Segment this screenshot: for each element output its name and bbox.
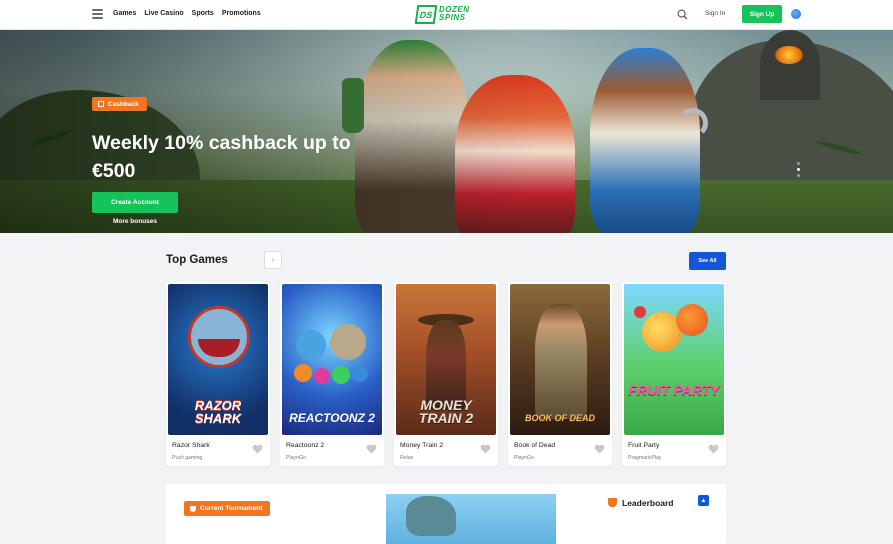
slider-dot-active[interactable] [797, 168, 800, 171]
tournament-section: Current Tournament Leaderboard ▲ [166, 484, 726, 544]
game-thumbnail[interactable]: BOOK OF DEAD [510, 284, 610, 435]
nav-sports[interactable]: Sports [192, 10, 214, 17]
game-thumbnail[interactable]: MONEY TRAIN 2 [396, 284, 496, 435]
hero-banner: Cashback Weekly 10% cashback up to €500 … [0, 30, 893, 233]
game-provider: PragmaticPlay [628, 455, 662, 461]
favorite-heart-icon[interactable] [366, 444, 377, 454]
leaderboard-toggle-button[interactable]: ▲ [698, 495, 709, 506]
game-card-reactoonz-2[interactable]: REACTOONZ 2 Reactoonz 2 PlaynGo [280, 282, 384, 466]
cashback-badge: Cashback [92, 97, 147, 111]
favorite-heart-icon[interactable] [252, 444, 263, 454]
explorer-illustration [535, 304, 587, 419]
nav-promotions[interactable]: Promotions [222, 10, 261, 17]
favorite-heart-icon[interactable] [594, 444, 605, 454]
cashback-badge-label: Cashback [108, 100, 139, 108]
shark-illustration [188, 306, 250, 368]
signup-button[interactable]: Sign Up [742, 5, 782, 23]
monsters-illustration [294, 324, 370, 394]
menu-icon[interactable] [92, 9, 103, 19]
current-tournament-label: Current Tournament [200, 505, 263, 512]
game-name: Razor Shark [172, 442, 210, 449]
slider-dot[interactable] [797, 174, 800, 177]
next-arrow-button[interactable]: › [264, 251, 282, 269]
leaderboard-trophy-icon [608, 498, 617, 507]
slider-dots [797, 162, 800, 177]
nav-games[interactable]: Games [113, 10, 136, 17]
game-thumbnail-title: REACTOONZ 2 [289, 411, 375, 425]
signin-link[interactable]: Sign In [705, 10, 725, 17]
game-thumbnail-title: BOOK OF DEAD [524, 413, 595, 423]
favorite-heart-icon[interactable] [708, 444, 719, 454]
game-provider: Relax [400, 455, 414, 461]
logo-line-2: SPINS [439, 13, 466, 22]
hero-title: Weekly 10% cashback up to €500 [92, 132, 351, 182]
main-nav: Games Live Casino Sports Promotions [113, 10, 261, 17]
favorite-heart-icon[interactable] [480, 444, 491, 454]
game-card-money-train-2[interactable]: MONEY TRAIN 2 Money Train 2 Relax [394, 282, 498, 466]
game-thumbnail-title: FRUIT PARTY [628, 382, 720, 398]
logo[interactable]: DS DOZEN SPINS [414, 4, 470, 24]
tournament-creature-illustration [406, 496, 456, 536]
game-thumbnail[interactable]: RAZOR SHARK [168, 284, 268, 435]
game-thumbnail-title: MONEY TRAIN 2 [418, 397, 474, 426]
game-provider: PlaynGo [514, 455, 534, 461]
create-account-button[interactable]: Create Account [92, 192, 178, 213]
game-card-book-of-dead[interactable]: BOOK OF DEAD Book of Dead PlaynGo [508, 282, 612, 466]
game-thumbnail[interactable]: FRUIT PARTY [624, 284, 724, 435]
logo-wordmark: DOZEN SPINS [439, 6, 470, 22]
leaderboard-title: Leaderboard [622, 498, 674, 508]
see-all-button[interactable]: See All [689, 252, 726, 270]
more-bonuses-link[interactable]: More bonuses [92, 218, 178, 225]
fruit-illustration [634, 306, 646, 318]
game-thumbnail[interactable]: REACTOONZ 2 [282, 284, 382, 435]
search-icon[interactable] [677, 9, 688, 20]
language-globe-icon[interactable] [791, 9, 801, 19]
game-name: Money Train 2 [400, 442, 444, 449]
game-card-razor-shark[interactable]: RAZOR SHARK Razor Shark Push gaming [166, 282, 270, 466]
slider-dot[interactable] [797, 162, 800, 165]
game-card-fruit-party[interactable]: FRUIT PARTY Fruit Party PragmaticPlay [622, 282, 726, 466]
game-name: Fruit Party [628, 442, 660, 449]
game-name: Book of Dead [514, 442, 556, 449]
game-provider: Push gaming [172, 455, 203, 461]
top-games-title: Top Games [166, 254, 228, 266]
logo-mark: DS [414, 4, 438, 24]
top-header: Games Live Casino Sports Promotions DS D… [0, 0, 893, 30]
nav-live-casino[interactable]: Live Casino [144, 10, 183, 17]
game-name: Reactoonz 2 [286, 442, 325, 449]
game-thumbnail-title: RAZOR SHARK [194, 398, 242, 426]
game-provider: PlaynGo [286, 455, 306, 461]
gift-icon [98, 101, 104, 107]
trophy-icon [190, 505, 196, 512]
fruit-illustration [676, 304, 708, 336]
current-tournament-badge: Current Tournament [184, 501, 271, 516]
